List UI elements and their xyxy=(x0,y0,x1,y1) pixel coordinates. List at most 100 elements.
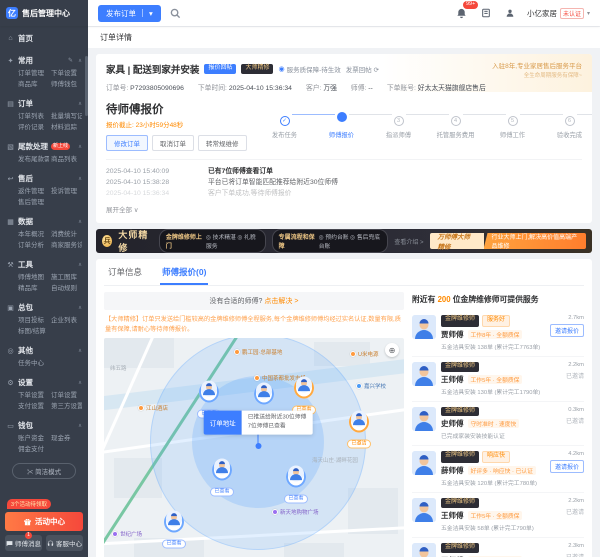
service-guarantee-link[interactable]: ◉ 服务质保障-待生效 xyxy=(278,64,340,74)
sidebar-section-header[interactable]: ▤ 订单 ∧ xyxy=(6,95,82,112)
master-map-marker[interactable]: 已查看 xyxy=(157,511,191,550)
sidebar-item[interactable]: 项目投标 xyxy=(18,316,49,326)
progress-step: ✓ 发布任务 xyxy=(256,109,313,139)
sidebar-item[interactable]: 自动规则 xyxy=(51,284,82,294)
invite-quote-action[interactable]: 已邀请 xyxy=(566,371,584,380)
sidebar-item[interactable]: 下单设置 xyxy=(51,69,82,79)
master-card[interactable]: 金牌维修师 响应快 薛师傅 好评多 · 响应快 · 已认证 五金洁具安装 12 xyxy=(412,446,584,493)
master-map-marker[interactable]: 已邀请 xyxy=(342,411,376,450)
order-action-button[interactable]: 取消订单 xyxy=(152,135,194,151)
master-message-button[interactable]: 师傅消息 1 xyxy=(5,535,42,551)
service-center-button[interactable]: 客服中心 xyxy=(46,535,83,551)
sidebar-item[interactable]: 施工图库 xyxy=(51,273,82,283)
sidebar-section: ⌂ 首页 ∧ xyxy=(6,30,82,49)
sidebar-section-header[interactable]: ↩ 售后 ∧ xyxy=(6,170,82,187)
account-menu[interactable]: 小亿家居 未认证 ▾ xyxy=(527,8,590,19)
no-match-question: 没有合适的师傅? xyxy=(210,298,263,305)
sidebar-item[interactable]: 消费统计 xyxy=(51,230,82,240)
sidebar-item[interactable]: 售后管理 xyxy=(18,198,49,208)
simple-mode-button[interactable]: ✂ 简洁模式 xyxy=(12,463,76,479)
activity-center-button[interactable]: 活动中心 xyxy=(5,512,83,531)
collapse-icon[interactable]: ∧ xyxy=(78,262,82,268)
tab[interactable]: 师傅报价(0) xyxy=(160,259,208,285)
sidebar-item[interactable]: 商家服务诊断 xyxy=(51,241,82,251)
master-card[interactable]: 金牌维修师 王师傅 工作5年 · 全额质保 五金洁具安装 130单 (累计完工1… xyxy=(412,357,584,402)
sidebar-section-header[interactable]: ▣ 总包 ∧ xyxy=(6,299,82,316)
locate-icon[interactable]: ⊕ xyxy=(385,343,399,357)
sidebar-item[interactable]: 企业列表 xyxy=(51,316,82,326)
search-icon[interactable] xyxy=(169,6,183,20)
collapse-icon[interactable]: ∧ xyxy=(78,423,82,429)
masters-map[interactable]: 鹏工园·总部基地 中国茶都批发市场 U米电源 xyxy=(104,338,404,557)
invoice-link[interactable]: 发票回帖 ⟳ xyxy=(346,64,379,74)
sidebar-item[interactable]: 师傅地图 xyxy=(18,273,49,283)
sidebar-section-header[interactable]: ▦ 数据 ∧ xyxy=(6,213,82,230)
sidebar-item[interactable]: 支付设置 xyxy=(18,402,49,412)
sidebar-item[interactable]: 投诉管理 xyxy=(51,187,82,197)
collapse-icon[interactable]: ∧ xyxy=(78,144,82,150)
invite-quote-action[interactable]: 已邀请 xyxy=(566,416,584,425)
sidebar-section-title: 数据 xyxy=(18,216,33,227)
sidebar-section-header[interactable]: ⚙ 设置 ∧ xyxy=(6,374,82,391)
field-key: 订单号: xyxy=(106,85,128,92)
sidebar-section-header[interactable]: ◎ 其他 ∧ xyxy=(6,342,82,359)
sidebar-section-header[interactable]: ⚒ 工具 ∧ xyxy=(6,256,82,273)
sidebar-item[interactable]: 批量填写记录 xyxy=(51,112,82,122)
invite-quote-action[interactable]: 已邀请 xyxy=(566,552,584,557)
order-action-button[interactable]: 修改订单 xyxy=(106,135,148,151)
banner-intro-link[interactable]: 查看介绍 > xyxy=(394,237,423,246)
sidebar-item[interactable]: 返件管理 xyxy=(18,187,49,197)
master-card[interactable]: 金牌维修师 王师傅 工作5年 · 全额质保 五金洁具安装 58单 (累计完工79… xyxy=(412,493,584,538)
master-repair-banner[interactable]: 兵 大师精修 金牌维修师上门 ◎ 技术精湛 ◎ 礼貌服务 专属流程和保障 ◎ 预… xyxy=(96,229,592,253)
sidebar-section-header[interactable]: ⌂ 首页 ∧ xyxy=(6,30,82,47)
orders-panel-icon[interactable] xyxy=(479,6,493,20)
master-card[interactable]: 金牌维修师 王师傅 工作6年 · 全额质保 五金洁具安装 120单 (累计完工1… xyxy=(412,538,584,557)
sidebar-item[interactable]: 商品列表 xyxy=(51,155,82,165)
invite-quote-action[interactable]: 已邀请 xyxy=(566,507,584,516)
master-card[interactable]: 金牌维修师 服务好 贾师傅 工作8年 · 全额质保 五金洁具安装 138单 ( xyxy=(412,310,584,357)
collapse-icon[interactable]: ∧ xyxy=(78,101,82,107)
sidebar-item[interactable]: 发布尾款需求 xyxy=(18,155,49,165)
sidebar-item[interactable]: 佣金支付 xyxy=(18,445,49,455)
sidebar-item[interactable]: 订单分析 xyxy=(18,241,49,251)
collapse-icon[interactable]: ∧ xyxy=(78,58,82,64)
bell-icon[interactable]: 99+ xyxy=(455,6,469,20)
sidebar-item[interactable]: 账户资金 xyxy=(18,434,49,444)
sidebar-item[interactable]: 商品库 xyxy=(18,80,49,90)
master-map-marker[interactable]: 已查看 xyxy=(205,459,239,498)
collapse-icon[interactable]: ∧ xyxy=(78,219,82,225)
sidebar-item[interactable]: 下单设置 xyxy=(18,391,49,401)
sidebar-item[interactable]: 精品库 xyxy=(18,284,49,294)
sidebar-section-header[interactable]: ✦ 常用 ✎ ∧ xyxy=(6,52,82,69)
user-icon[interactable] xyxy=(503,6,517,20)
sidebar-item[interactable]: 师傅钱包 xyxy=(51,80,82,90)
progress-step: 6 验收完成 xyxy=(541,109,592,139)
collapse-icon[interactable]: ∧ xyxy=(78,348,82,354)
sidebar-item[interactable]: 现金券 xyxy=(51,434,82,444)
sidebar-item[interactable]: 评价记录 xyxy=(18,123,49,133)
master-tags: 工作5年 · 全额质保 xyxy=(468,375,523,384)
edit-icon[interactable]: ✎ xyxy=(68,57,73,64)
master-card[interactable]: 金牌维修师 史师傅 守时准时 · 速度快 已完成家装安装技能认证 xyxy=(412,402,584,447)
sidebar-item[interactable]: 订单列表 xyxy=(18,112,49,122)
sidebar-item[interactable]: 本年概况 xyxy=(18,230,49,240)
master-map-marker[interactable]: 已查看 xyxy=(279,466,313,505)
sidebar-item[interactable]: 订单设置 xyxy=(51,391,82,401)
resolve-link[interactable]: 点击解决 > xyxy=(264,298,298,305)
sidebar-section-header[interactable]: ▭ 钱包 ∧ xyxy=(6,417,82,434)
invite-quote-action[interactable]: 邀请报价 xyxy=(550,324,584,337)
collapse-icon[interactable]: ∧ xyxy=(78,305,82,311)
collapse-icon[interactable]: ∧ xyxy=(78,176,82,182)
sidebar-item[interactable]: 任务中心 xyxy=(18,359,49,369)
tab[interactable]: 订单信息 xyxy=(106,259,144,285)
sidebar-section-header[interactable]: ▧ 尾款处理 新上线 ∧ xyxy=(6,138,82,155)
sidebar-item[interactable]: 材料追踪 xyxy=(51,123,82,133)
expand-all-link[interactable]: 展开全部 ∨ xyxy=(106,204,139,214)
publish-order-button[interactable]: 发布订单 ▾ xyxy=(98,5,161,22)
order-action-button[interactable]: 转常规维修 xyxy=(198,135,247,151)
sidebar-item[interactable]: 第三方设置 xyxy=(51,402,82,412)
sidebar-item[interactable]: 订单管理 xyxy=(18,69,49,79)
collapse-icon[interactable]: ∧ xyxy=(78,380,82,386)
sidebar-item[interactable]: 标图/结算 xyxy=(18,327,49,337)
invite-quote-action[interactable]: 邀请报价 xyxy=(550,460,584,473)
